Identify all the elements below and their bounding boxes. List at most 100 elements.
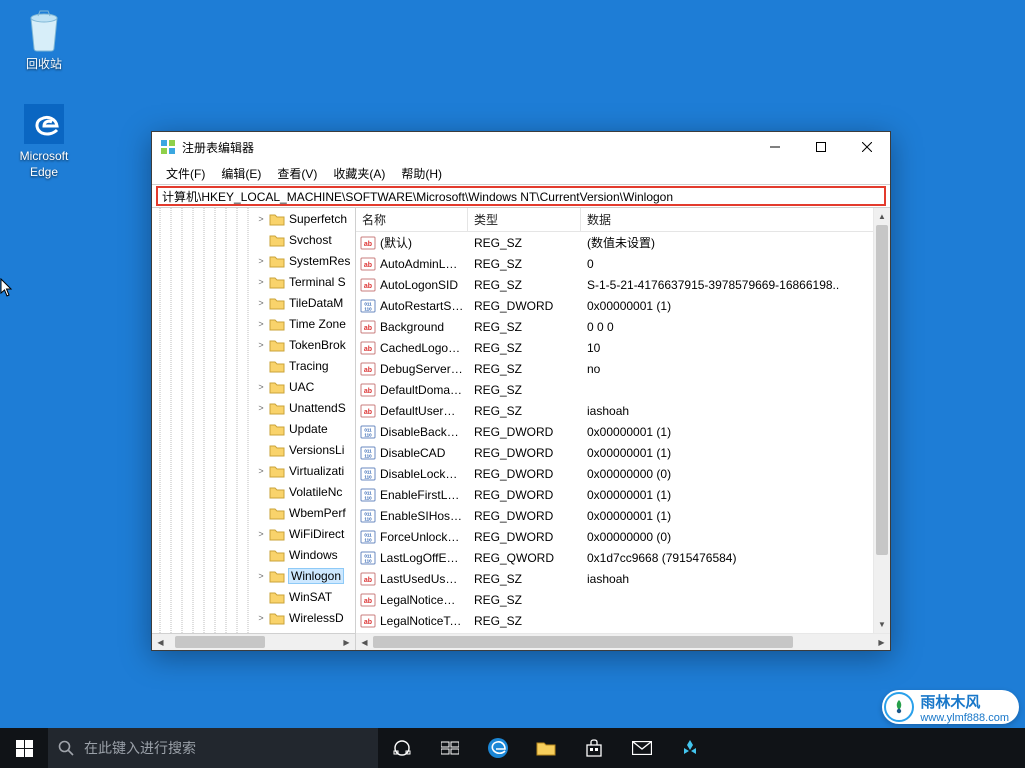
- value-row[interactable]: abDefaultUserNa...REG_SZiashoah: [356, 400, 890, 421]
- value-list-pane: 名称 类型 数据 ab(默认)REG_SZ(数值未设置)abAutoAdminL…: [356, 208, 890, 650]
- value-type: REG_DWORD: [468, 488, 581, 502]
- scroll-down-icon[interactable]: ▼: [874, 616, 890, 633]
- binary-value-icon: 011110: [360, 487, 376, 503]
- column-name[interactable]: 名称: [356, 208, 468, 231]
- watermark-icon: [884, 692, 914, 722]
- value-name: EnableFirstLog...: [380, 488, 468, 502]
- value-row[interactable]: ab DefaultDomain...REG_SZ: [356, 379, 890, 400]
- menu-file[interactable]: 文件(F): [158, 163, 213, 184]
- list-vertical-scrollbar[interactable]: ▲ ▼: [873, 208, 890, 633]
- title-bar[interactable]: 注册表编辑器: [152, 132, 890, 162]
- watermark-url: www.ylmf888.com: [920, 712, 1009, 724]
- desktop-icon-edge[interactable]: Microsoft Edge: [6, 102, 82, 180]
- string-value-icon: ab: [360, 382, 376, 398]
- value-type: REG_DWORD: [468, 425, 581, 439]
- value-data: 0x00000001 (1): [581, 299, 890, 313]
- value-name: EnableSIHostI...: [380, 509, 468, 523]
- scroll-left-icon[interactable]: ◀: [152, 634, 169, 650]
- taskbar-search[interactable]: 在此键入进行搜索: [48, 728, 378, 768]
- value-row[interactable]: 011110LastLogOffEnd...REG_QWORD0x1d7cc96…: [356, 547, 890, 568]
- watermark-brand: 雨林木风: [920, 694, 980, 711]
- value-type: REG_DWORD: [468, 509, 581, 523]
- value-type: REG_QWORD: [468, 551, 581, 565]
- value-data: 0x1d7cc9668 (7915476584): [581, 551, 890, 565]
- value-name: LegalNoticeCa...: [380, 593, 468, 607]
- value-name: DefaultUserNa...: [380, 404, 468, 418]
- column-data[interactable]: 数据: [581, 208, 890, 231]
- tree-horizontal-scrollbar[interactable]: ◀ ▶: [152, 633, 355, 650]
- menu-view[interactable]: 查看(V): [269, 163, 325, 184]
- menu-edit[interactable]: 编辑(E): [213, 163, 269, 184]
- binary-value-icon: 011110: [360, 529, 376, 545]
- svg-text:110: 110: [364, 495, 372, 500]
- address-bar: 计算机\HKEY_LOCAL_MACHINE\SOFTWARE\Microsof…: [152, 184, 890, 208]
- menu-help[interactable]: 帮助(H): [393, 163, 450, 184]
- value-data: 0 0 0: [581, 320, 890, 334]
- value-row[interactable]: abLegalNoticeTextREG_SZ: [356, 610, 890, 631]
- value-row[interactable]: abAutoAdminLog...REG_SZ0: [356, 253, 890, 274]
- svg-text:ab: ab: [364, 325, 372, 332]
- value-row[interactable]: 011110DisableCADREG_DWORD0x00000001 (1): [356, 442, 890, 463]
- svg-text:110: 110: [364, 516, 372, 521]
- minimize-button[interactable]: [752, 132, 798, 162]
- string-value-icon: ab: [360, 361, 376, 377]
- value-row[interactable]: 011110ForceUnlockLo...REG_DWORD0x0000000…: [356, 526, 890, 547]
- svg-text:110: 110: [364, 537, 372, 542]
- task-view-button[interactable]: [378, 728, 426, 768]
- string-value-icon: ab: [360, 277, 376, 293]
- svg-text:ab: ab: [364, 367, 372, 374]
- scrollbar-thumb[interactable]: [175, 636, 265, 648]
- scroll-left-icon[interactable]: ◀: [356, 634, 373, 650]
- value-row[interactable]: 011110DisableBackBu...REG_DWORD0x0000000…: [356, 421, 890, 442]
- value-type: REG_DWORD: [468, 467, 581, 481]
- value-type: REG_DWORD: [468, 446, 581, 460]
- scroll-right-icon[interactable]: ▶: [338, 634, 355, 650]
- value-data: iashoah: [581, 404, 890, 418]
- value-type: REG_SZ: [468, 383, 581, 397]
- close-button[interactable]: [844, 132, 890, 162]
- value-row[interactable]: ab(默认)REG_SZ(数值未设置): [356, 232, 890, 253]
- value-row[interactable]: 011110DisableLockW...REG_DWORD0x00000000…: [356, 463, 890, 484]
- value-row[interactable]: abLegalNoticeCa...REG_SZ: [356, 589, 890, 610]
- recycle-bin-icon: [22, 8, 66, 52]
- value-row[interactable]: abLastUsedUsern...REG_SZiashoah: [356, 568, 890, 589]
- scroll-right-icon[interactable]: ▶: [873, 634, 890, 650]
- value-row[interactable]: abDebugServerC...REG_SZno: [356, 358, 890, 379]
- search-icon: [58, 740, 74, 756]
- svg-text:110: 110: [364, 558, 372, 563]
- taskbar-app-generic[interactable]: [666, 728, 714, 768]
- scroll-up-icon[interactable]: ▲: [874, 208, 890, 225]
- taskbar-edge[interactable]: [474, 728, 522, 768]
- binary-value-icon: 011110: [360, 466, 376, 482]
- value-row[interactable]: 011110AutoRestartShellREG_DWORD0x0000000…: [356, 295, 890, 316]
- scrollbar-thumb[interactable]: [373, 636, 793, 648]
- start-button[interactable]: [0, 728, 48, 768]
- value-row[interactable]: abAutoLogonSIDREG_SZS-1-5-21-4176637915-…: [356, 274, 890, 295]
- taskbar-explorer[interactable]: [522, 728, 570, 768]
- value-type: REG_DWORD: [468, 299, 581, 313]
- value-row[interactable]: 011110EnableSIHostI...REG_DWORD0x0000000…: [356, 505, 890, 526]
- value-data: S-1-5-21-4176637915-3978579669-16866198.…: [581, 278, 890, 292]
- list-horizontal-scrollbar[interactable]: ◀ ▶: [356, 633, 890, 650]
- value-name: DefaultDomain...: [380, 383, 468, 397]
- value-type: REG_SZ: [468, 362, 581, 376]
- svg-text:ab: ab: [364, 262, 372, 269]
- address-input[interactable]: 计算机\HKEY_LOCAL_MACHINE\SOFTWARE\Microsof…: [156, 186, 886, 206]
- scrollbar-thumb[interactable]: [876, 225, 888, 555]
- menu-favorites[interactable]: 收藏夹(A): [325, 163, 393, 184]
- value-name: Background: [380, 320, 468, 334]
- value-row[interactable]: 011110EnableFirstLog...REG_DWORD0x000000…: [356, 484, 890, 505]
- taskbar-app[interactable]: [426, 728, 474, 768]
- binary-value-icon: 011110: [360, 508, 376, 524]
- maximize-button[interactable]: [798, 132, 844, 162]
- svg-text:110: 110: [364, 306, 372, 311]
- value-row[interactable]: abCachedLogons...REG_SZ10: [356, 337, 890, 358]
- desktop-icon-recycle-bin[interactable]: 回收站: [6, 8, 82, 73]
- column-type[interactable]: 类型: [468, 208, 581, 231]
- taskbar-store[interactable]: [570, 728, 618, 768]
- taskbar-mail[interactable]: [618, 728, 666, 768]
- value-row[interactable]: abBackgroundREG_SZ0 0 0: [356, 316, 890, 337]
- value-data: 0x00000000 (0): [581, 530, 890, 544]
- value-name: DebugServerC...: [380, 362, 468, 376]
- desktop-icon-label: Microsoft: [6, 148, 82, 164]
